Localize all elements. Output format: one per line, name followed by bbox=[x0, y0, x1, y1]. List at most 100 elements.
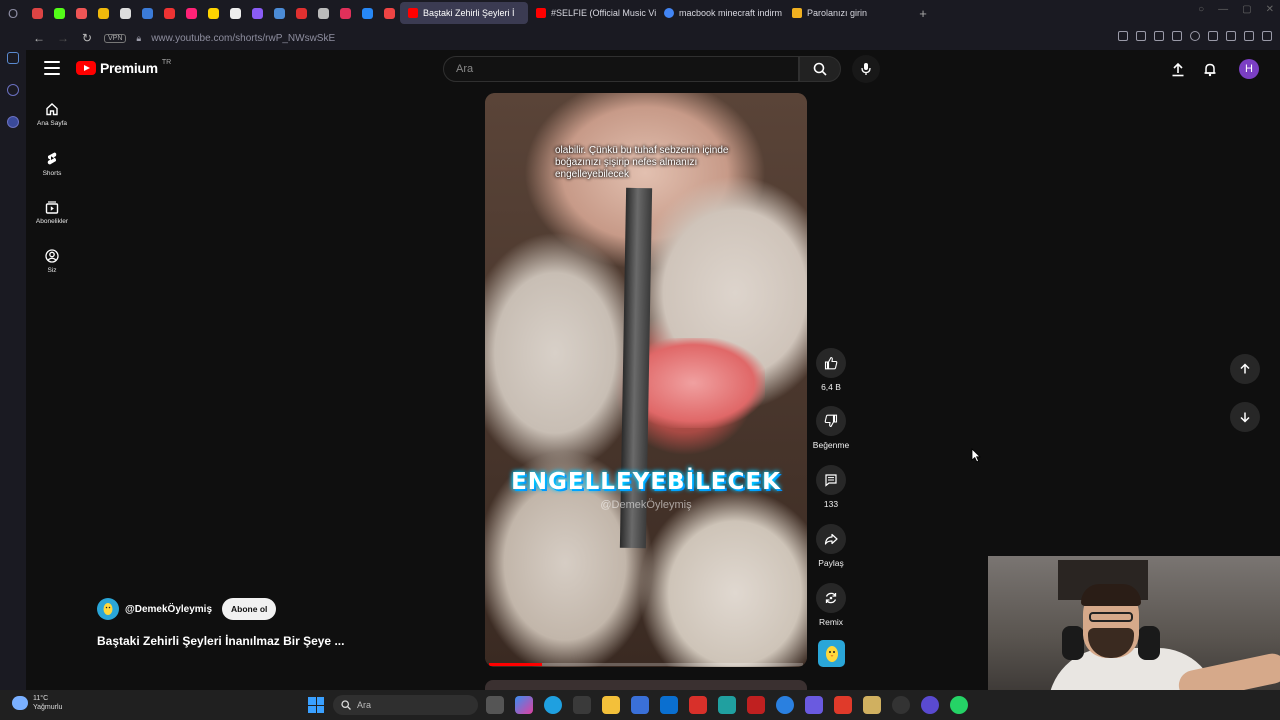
video-progress-bar[interactable] bbox=[489, 663, 803, 666]
comments-button[interactable]: 133 bbox=[811, 465, 851, 509]
settings-icon[interactable] bbox=[7, 84, 19, 96]
heart-icon[interactable] bbox=[1190, 31, 1200, 41]
close-icon[interactable]: ✕ bbox=[1266, 4, 1274, 15]
channel-avatar[interactable] bbox=[97, 598, 119, 620]
pinned-tab-icon[interactable] bbox=[224, 2, 246, 24]
dislike-button-circle[interactable] bbox=[816, 406, 846, 436]
pen-icon[interactable] bbox=[1208, 31, 1218, 41]
app-icon[interactable] bbox=[747, 696, 765, 714]
outlook-icon[interactable] bbox=[660, 696, 678, 714]
reload-icon[interactable]: ↻ bbox=[80, 31, 94, 45]
short-title[interactable]: Baştaki Zehirli Şeyleri İnanılmaz Bir Şe… bbox=[97, 634, 344, 648]
pinned-tab-icon[interactable] bbox=[290, 2, 312, 24]
voice-search-button[interactable] bbox=[852, 55, 880, 83]
video-caption: ENGELLEYEBİLECEK bbox=[511, 469, 781, 495]
vk-pinned-icon[interactable] bbox=[356, 2, 378, 24]
previous-short-button[interactable] bbox=[1230, 354, 1260, 384]
pinned-tab-icon[interactable] bbox=[70, 2, 92, 24]
download-icon[interactable] bbox=[1244, 31, 1254, 41]
chrome-icon[interactable] bbox=[776, 696, 794, 714]
copilot-icon[interactable] bbox=[515, 696, 533, 714]
sidebar-app-icon[interactable] bbox=[7, 116, 19, 128]
pinned-tab-icon[interactable] bbox=[268, 2, 290, 24]
forward-arrow-icon[interactable]: → bbox=[56, 31, 70, 45]
aria-icon[interactable] bbox=[7, 52, 19, 64]
vpn-badge[interactable]: VPN bbox=[104, 33, 127, 43]
remix-button-circle[interactable] bbox=[816, 583, 846, 613]
file-explorer-icon[interactable] bbox=[602, 696, 620, 714]
pinned-tab-icon[interactable] bbox=[202, 2, 224, 24]
youtube-favicon-icon bbox=[536, 8, 546, 18]
pinned-tab-icon[interactable] bbox=[246, 2, 268, 24]
pinned-tab-icon[interactable] bbox=[158, 2, 180, 24]
store-icon[interactable] bbox=[631, 696, 649, 714]
windows-start-icon[interactable] bbox=[308, 697, 324, 713]
dislike-button[interactable]: Beğenme bbox=[811, 406, 851, 450]
nav-item-you[interactable]: Siz bbox=[28, 249, 76, 274]
weather-widget[interactable]: 11°C Yağmurlu bbox=[12, 694, 62, 712]
task-view-icon[interactable] bbox=[486, 696, 504, 714]
pinned-tab-icon[interactable] bbox=[378, 2, 400, 24]
channel-name[interactable]: @DemekÖyleymiş bbox=[125, 604, 212, 615]
edit-icon[interactable] bbox=[1262, 31, 1272, 41]
new-tab-button[interactable]: + bbox=[912, 6, 934, 21]
snapshot-icon[interactable] bbox=[1136, 31, 1146, 41]
like-button[interactable]: 6,4 B bbox=[811, 348, 851, 392]
nav-item-home[interactable]: Ana Sayfa bbox=[28, 102, 76, 127]
notifications-button[interactable] bbox=[1199, 58, 1221, 80]
maximize-icon[interactable]: ▢ bbox=[1242, 4, 1251, 15]
short-video-player[interactable]: olabilir. Çünkü bu tuhaf sebzenin içinde… bbox=[485, 93, 807, 667]
opera-gx-icon[interactable] bbox=[573, 696, 591, 714]
app-icon[interactable] bbox=[921, 696, 939, 714]
search-input[interactable]: Ara bbox=[443, 56, 799, 82]
pinned-tab-icon[interactable] bbox=[312, 2, 334, 24]
tab-password[interactable]: Parolanızı girin bbox=[784, 2, 912, 24]
share-button[interactable]: Paylaş bbox=[811, 524, 851, 568]
app-icon[interactable] bbox=[863, 696, 881, 714]
whatsapp-icon[interactable] bbox=[950, 696, 968, 714]
pinned-tab-icon[interactable] bbox=[180, 2, 202, 24]
tab-google-search[interactable]: macbook minecraft indirm bbox=[656, 2, 784, 24]
app-icon[interactable] bbox=[718, 696, 736, 714]
like-button-circle[interactable] bbox=[816, 348, 846, 378]
search-tabs-icon[interactable]: ○ bbox=[1198, 4, 1204, 15]
gmail-pinned-icon[interactable] bbox=[26, 2, 48, 24]
triangle-icon[interactable] bbox=[1226, 31, 1236, 41]
subscriptions-icon bbox=[45, 201, 59, 214]
comments-button-circle[interactable] bbox=[816, 465, 846, 495]
taskbar-search-input[interactable]: Ara bbox=[333, 695, 478, 715]
pinned-tab-icon[interactable] bbox=[114, 2, 136, 24]
gmail-icon[interactable] bbox=[834, 696, 852, 714]
shield-icon[interactable] bbox=[1154, 31, 1164, 41]
extension-icon[interactable] bbox=[1118, 31, 1128, 41]
binance-pinned-icon[interactable] bbox=[92, 2, 114, 24]
youtube-premium-logo[interactable]: Premium TR bbox=[76, 59, 171, 76]
back-arrow-icon[interactable]: ← bbox=[32, 31, 46, 45]
next-short-button[interactable] bbox=[1230, 402, 1260, 432]
account-avatar[interactable]: H bbox=[1239, 59, 1259, 79]
kick-pinned-icon[interactable] bbox=[48, 2, 70, 24]
search-button[interactable] bbox=[799, 56, 841, 82]
nav-item-subscriptions[interactable]: Abonelikler bbox=[28, 200, 76, 225]
app-icon[interactable] bbox=[689, 696, 707, 714]
channel-thumbnail[interactable] bbox=[818, 640, 845, 667]
app-icon[interactable] bbox=[805, 696, 823, 714]
opera-logo-icon[interactable]: O bbox=[0, 0, 26, 26]
subscribe-button[interactable]: Abone ol bbox=[222, 598, 277, 620]
pinned-tab-icon[interactable] bbox=[334, 2, 356, 24]
upload-button[interactable] bbox=[1167, 58, 1189, 80]
next-short-preview[interactable] bbox=[485, 680, 807, 690]
hamburger-menu-icon[interactable] bbox=[44, 61, 60, 75]
share-button-circle[interactable] bbox=[816, 524, 846, 554]
tab-selfie[interactable]: #SELFIE (Official Music Vi bbox=[528, 2, 656, 24]
minimize-icon[interactable]: — bbox=[1218, 4, 1228, 15]
play-icon[interactable] bbox=[1172, 31, 1182, 41]
remix-button[interactable]: Remix bbox=[811, 583, 851, 627]
tab-youtube-short[interactable]: Baştaki Zehirli Şeyleri İ bbox=[400, 2, 528, 24]
nav-item-shorts[interactable]: Shorts bbox=[28, 151, 76, 177]
pinned-tab-icon[interactable] bbox=[136, 2, 158, 24]
windows-taskbar: 11°C Yağmurlu Ara bbox=[0, 690, 1280, 720]
edge-icon[interactable] bbox=[544, 696, 562, 714]
chatgpt-icon[interactable] bbox=[892, 696, 910, 714]
url-field[interactable]: www.youtube.com/shorts/rwP_NWswSkE bbox=[151, 33, 335, 44]
